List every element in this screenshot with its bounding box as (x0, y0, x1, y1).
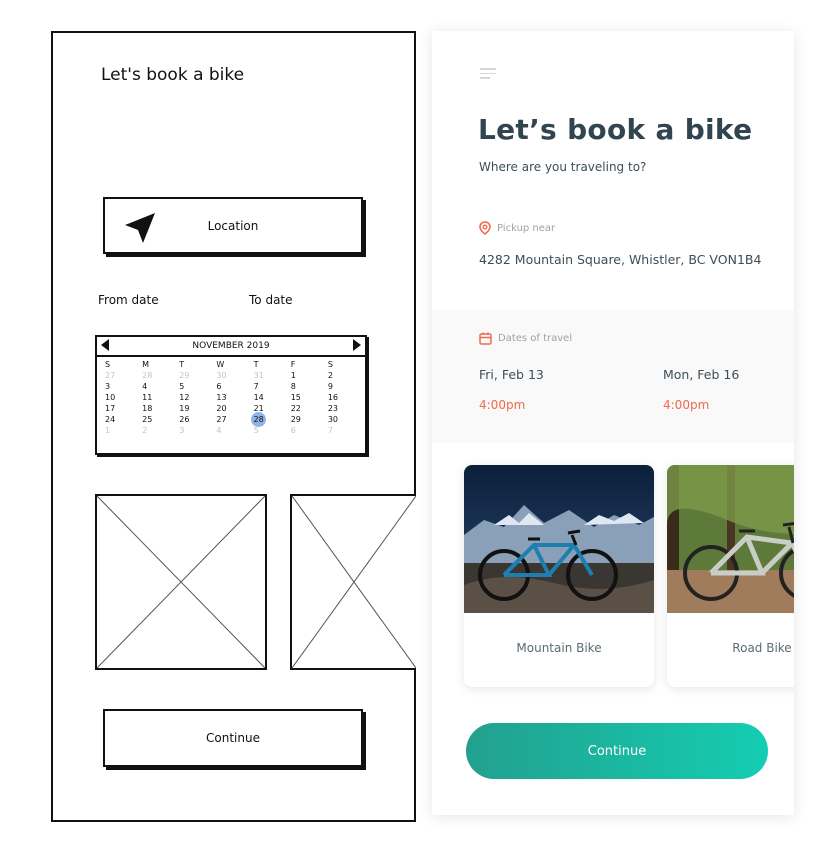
pickup-label: Pickup near (497, 222, 556, 234)
calendar-header: NOVEMBER 2019 (97, 337, 365, 357)
pickup-label-row: Pickup near (479, 221, 555, 235)
calendar-day[interactable]: 4 (212, 425, 249, 436)
wireframe-from-date-label: From date (98, 293, 159, 307)
pickup-address[interactable]: 4282 Mountain Square, Whistler, BC VON1B… (479, 252, 761, 267)
calendar-day[interactable]: 27 (101, 370, 138, 381)
calendar-day[interactable]: 2 (138, 425, 175, 436)
calendar-day[interactable]: 15 (287, 392, 324, 403)
mountain-bike-photo (464, 465, 654, 613)
calendar-next-icon[interactable] (353, 338, 361, 354)
calendar-day[interactable]: 29 (287, 414, 324, 425)
bike-name: Mountain Bike (516, 641, 602, 655)
to-time[interactable]: 4:00pm (663, 398, 709, 412)
calendar-day[interactable]: 25 (138, 414, 175, 425)
from-time[interactable]: 4:00pm (479, 398, 525, 412)
calendar-day[interactable]: 22 (287, 403, 324, 414)
dates-label: Dates of travel (498, 333, 573, 344)
calendar-day[interactable]: 31 (250, 370, 287, 381)
wireframe-location-label: Location (207, 218, 259, 233)
calendar-day[interactable]: 9 (324, 381, 361, 392)
bike-card-mountain[interactable]: Mountain Bike (464, 465, 654, 687)
bike-card-road[interactable]: Road Bike (667, 465, 794, 687)
calendar-day[interactable]: 3 (101, 381, 138, 392)
calendar-day[interactable]: 8 (287, 381, 324, 392)
calendar-weekday: F (290, 360, 296, 369)
calendar-day[interactable]: 18 (138, 403, 175, 414)
calendar-weekday: T (179, 360, 185, 369)
continue-button[interactable]: Continue (466, 723, 768, 779)
wireframe-image-placeholder (290, 494, 416, 670)
calendar-day-label: 28 (253, 415, 264, 424)
calendar-day[interactable]: 5 (175, 381, 212, 392)
menu-icon[interactable] (480, 68, 496, 79)
calendar-day[interactable]: 2 (324, 370, 361, 381)
wireframe-title: Let's book a bike (101, 65, 245, 85)
calendar-day[interactable]: 14 (250, 392, 287, 403)
dates-label-row: Dates of travel (479, 332, 572, 345)
calendar-icon (479, 332, 492, 345)
calendar-day[interactable]: 19 (175, 403, 212, 414)
page-title: Let’s book a bike (478, 113, 753, 146)
calendar-prev-icon[interactable] (101, 338, 109, 354)
calendar-day[interactable]: 20 (212, 403, 249, 414)
wireframe-continue-button[interactable]: Continue (103, 709, 363, 767)
calendar-day[interactable]: 26 (175, 414, 212, 425)
road-bike-photo (667, 465, 794, 613)
calendar-month-label: NOVEMBER 2019 (192, 341, 270, 351)
to-date[interactable]: Mon, Feb 16 (663, 367, 739, 382)
from-date[interactable]: Fri, Feb 13 (479, 367, 544, 382)
app-screen: Let’s book a bike Where are you travelin… (432, 31, 794, 815)
calendar-weekday: M (142, 360, 150, 369)
calendar-weekday: S (105, 360, 111, 369)
page-subtitle: Where are you traveling to? (479, 160, 647, 174)
calendar-day[interactable]: 6 (212, 381, 249, 392)
calendar-day[interactable]: 23 (324, 403, 361, 414)
calendar-day[interactable]: 13 (212, 392, 249, 403)
calendar-weekday: W (216, 360, 225, 369)
calendar-weekday: T (253, 360, 259, 369)
calendar-day[interactable]: 3 (175, 425, 212, 436)
wireframe-panel: Let's book a bike Location From date To … (51, 31, 416, 822)
wireframe-calendar: NOVEMBER 2019 S M T W T F S 27 28 29 30 31 1 2 3 4 5 6 7 8 9… (95, 335, 367, 455)
calendar-day[interactable]: 7 (250, 381, 287, 392)
navigation-arrow-icon (125, 213, 155, 243)
calendar-day[interactable]: 24 (101, 414, 138, 425)
calendar-day[interactable]: 30 (324, 414, 361, 425)
calendar-day[interactable]: 28 (250, 412, 287, 427)
calendar-weekday: S (327, 360, 333, 369)
calendar-day[interactable]: 6 (287, 425, 324, 436)
dates-section: Dates of travel Fri, Feb 13 4:00pm Mon, … (432, 310, 794, 443)
calendar-day[interactable]: 10 (101, 392, 138, 403)
wireframe-continue-label: Continue (206, 731, 260, 745)
calendar-day[interactable]: 16 (324, 392, 361, 403)
wireframe-location-button[interactable]: Location (103, 197, 363, 254)
calendar-day[interactable]: 29 (175, 370, 212, 381)
wireframe-image-placeholder (95, 494, 267, 670)
calendar-grid: S M T W T F S 27 28 29 30 31 1 2 3 4 5 6 7 8 9 10 11 12 13 14 15 16… (97, 357, 365, 436)
calendar-day[interactable]: 11 (138, 392, 175, 403)
calendar-day[interactable]: 28 (138, 370, 175, 381)
calendar-day[interactable]: 7 (324, 425, 361, 436)
calendar-day[interactable]: 1 (287, 370, 324, 381)
calendar-day[interactable]: 12 (175, 392, 212, 403)
calendar-day[interactable]: 30 (212, 370, 249, 381)
bike-name: Road Bike (732, 641, 792, 655)
calendar-day[interactable]: 27 (212, 414, 249, 425)
wireframe-to-date-label: To date (249, 293, 293, 307)
calendar-day[interactable]: 17 (101, 403, 138, 414)
calendar-day[interactable]: 1 (101, 425, 138, 436)
location-pin-icon (479, 221, 491, 235)
calendar-day[interactable]: 4 (138, 381, 175, 392)
calendar-day[interactable]: 5 (250, 425, 287, 436)
